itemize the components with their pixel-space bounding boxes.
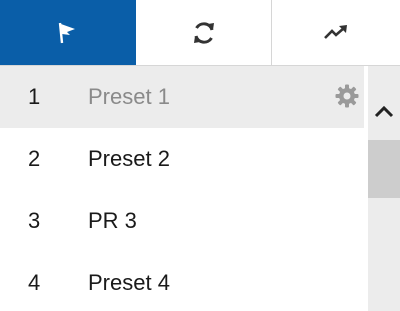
preset-name: Preset 2 [88, 146, 170, 171]
preset-name: Preset 4 [88, 270, 170, 295]
scrollbar[interactable] [368, 66, 400, 311]
refresh-icon [193, 21, 214, 44]
preset-row[interactable]: 1 Preset 1 [0, 66, 364, 128]
preset-number: 4 [28, 270, 41, 295]
preset-name: Preset 1 [88, 84, 170, 109]
preset-number: 2 [28, 146, 41, 171]
flag-icon [58, 22, 75, 43]
tab-preset[interactable] [0, 0, 136, 65]
preset-row[interactable]: 4 Preset 4 [0, 252, 364, 311]
preset-list: 1 Preset 1 2 Preset 2 3 PR 3 4 Preset 4 [0, 66, 364, 311]
preset-number: 3 [28, 208, 41, 233]
preset-row[interactable]: 2 Preset 2 [0, 128, 364, 190]
chevron-up-icon [374, 105, 394, 118]
tab-patrol[interactable] [136, 0, 272, 65]
tab-pattern[interactable] [272, 0, 400, 65]
scroll-up-button[interactable] [368, 96, 400, 126]
preset-number: 1 [28, 84, 41, 109]
gear-icon[interactable] [334, 83, 360, 109]
trend-arrow-icon [324, 24, 347, 39]
tab-bar [0, 0, 400, 66]
scrollbar-thumb[interactable] [368, 140, 400, 198]
ptz-preset-panel: 1 Preset 1 2 Preset 2 3 PR 3 4 Preset 4 [0, 0, 400, 311]
preset-name: PR 3 [88, 208, 137, 233]
preset-row[interactable]: 3 PR 3 [0, 190, 364, 252]
